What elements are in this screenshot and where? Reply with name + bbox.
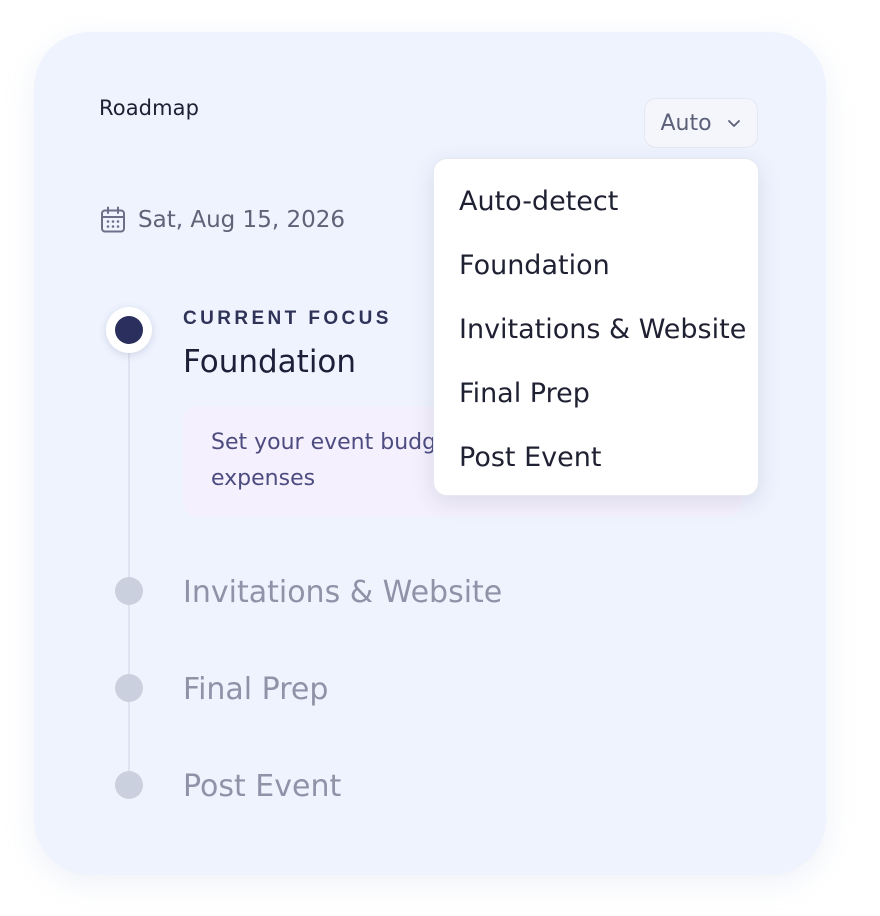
dropdown-option-final-prep[interactable]: Final Prep [434, 361, 758, 425]
timeline-line [128, 346, 130, 778]
dropdown-option-auto-detect[interactable]: Auto-detect [434, 169, 758, 233]
stage-title-invitations: Invitations & Website [183, 575, 503, 610]
dropdown-option-invitations[interactable]: Invitations & Website [434, 297, 758, 361]
current-focus-label: CURRENT FOCUS [183, 308, 392, 329]
event-date: Sat, Aug 15, 2026 [100, 206, 345, 234]
stage-dot-post-event [115, 771, 143, 799]
chevron-down-icon [727, 120, 740, 127]
current-stage-dot [106, 307, 152, 353]
stage-dot-invitations [115, 577, 143, 605]
dropdown-option-post-event[interactable]: Post Event [434, 425, 758, 489]
card-title: Roadmap [99, 96, 200, 120]
event-date-text: Sat, Aug 15, 2026 [138, 207, 345, 233]
stage-dot-final-prep [115, 674, 143, 702]
stage-title-post-event: Post Event [183, 769, 342, 804]
stage-mode-value: Auto [660, 110, 712, 136]
stage-mode-select[interactable]: Auto [644, 98, 758, 148]
stage-title-final-prep: Final Prep [183, 672, 329, 707]
calendar-icon [101, 206, 125, 233]
current-stage-title: Foundation [183, 344, 357, 380]
stage-dropdown-menu: Auto-detect Foundation Invitations & Web… [433, 158, 759, 496]
dropdown-option-foundation[interactable]: Foundation [434, 233, 758, 297]
